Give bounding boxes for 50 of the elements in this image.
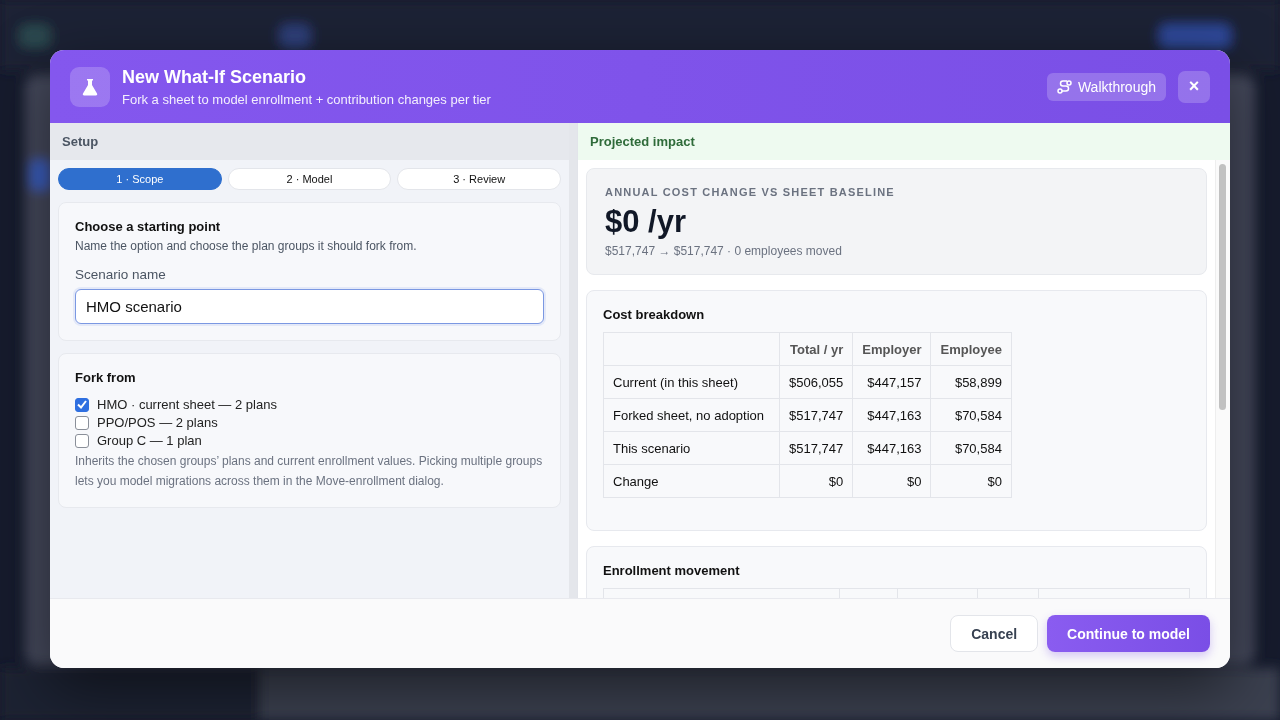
flask-icon bbox=[82, 77, 98, 96]
row-label: Forked sheet, no adoption bbox=[603, 398, 780, 432]
card-description: Name the option and choose the plan groups it should fork from. bbox=[75, 239, 418, 253]
step-tab[interactable]: 2 · Model bbox=[227, 168, 392, 190]
step-tab[interactable]: 1 · Scope bbox=[58, 168, 222, 190]
checkbox-label: HMO · current sheet — 2 plans bbox=[97, 397, 277, 412]
table-cell: $58,899 bbox=[931, 365, 1012, 399]
continue-button[interactable]: Continue to model bbox=[1047, 615, 1210, 652]
checkbox-label: Group C — 1 plan bbox=[97, 433, 202, 448]
table-cell: $0 bbox=[779, 464, 853, 498]
card-title: Enrollment movement bbox=[603, 563, 741, 578]
table-cell: $70,584 bbox=[931, 431, 1012, 465]
summary-detail: $517,747 → $517,747 · 0 employees moved bbox=[605, 244, 843, 258]
card-title: Fork from bbox=[75, 370, 137, 385]
column-header: Total / yr bbox=[779, 332, 853, 366]
step-tab[interactable]: 3 · Review bbox=[397, 168, 561, 190]
scrollbar-thumb[interactable] bbox=[1219, 164, 1226, 410]
row-label: Current (in this sheet) bbox=[603, 365, 780, 399]
table-cell: $517,747 bbox=[779, 431, 853, 465]
table-cell: $447,157 bbox=[852, 365, 931, 399]
close-button[interactable]: × bbox=[1178, 70, 1210, 103]
modal-subtitle: Fork a sheet to model enrollment + contribution changes per tier bbox=[122, 91, 492, 107]
table-cell: $70,584 bbox=[931, 398, 1012, 432]
checkbox[interactable] bbox=[75, 415, 89, 430]
card-title: Cost breakdown bbox=[603, 307, 706, 322]
cancel-button[interactable]: Cancel bbox=[950, 615, 1039, 652]
table-cell: $0 bbox=[852, 464, 931, 498]
table-cell: $506,055 bbox=[779, 365, 853, 399]
summary-value: $0 /yr bbox=[605, 204, 687, 240]
summary-label: ANNUAL COST CHANGE VS SHEET BASELINE bbox=[605, 186, 896, 198]
walkthrough-button[interactable]: Walkthrough bbox=[1046, 72, 1166, 101]
scenario-name-field[interactable]: HMO scenario bbox=[75, 289, 544, 324]
table-cell: $447,163 bbox=[852, 431, 931, 465]
modal-title: New What-If Scenario bbox=[122, 66, 308, 88]
row-label: Change bbox=[603, 464, 780, 498]
table-cell: $517,747 bbox=[779, 398, 853, 432]
table-cell: $0 bbox=[931, 464, 1012, 498]
table-cell: $447,163 bbox=[852, 398, 931, 432]
route-icon bbox=[1056, 79, 1072, 94]
help-text: Inherits the chosen groups’ plans and current enrollment values. Picking multiple groups lets you model migrations across them in the Move-enrollment dialog. bbox=[75, 453, 544, 490]
card-title: Choose a starting point bbox=[75, 219, 222, 234]
column-header: Employer bbox=[852, 332, 931, 366]
panel-title: Setup bbox=[50, 123, 569, 160]
checkbox[interactable] bbox=[75, 397, 89, 412]
checkbox[interactable] bbox=[75, 433, 89, 448]
panel-title: Projected impact bbox=[578, 123, 1230, 160]
checkbox-label: PPO/POS — 2 plans bbox=[97, 415, 218, 430]
row-label: This scenario bbox=[603, 431, 780, 465]
column-header: Employee bbox=[931, 332, 1012, 366]
field-label: Scenario name bbox=[75, 267, 167, 282]
